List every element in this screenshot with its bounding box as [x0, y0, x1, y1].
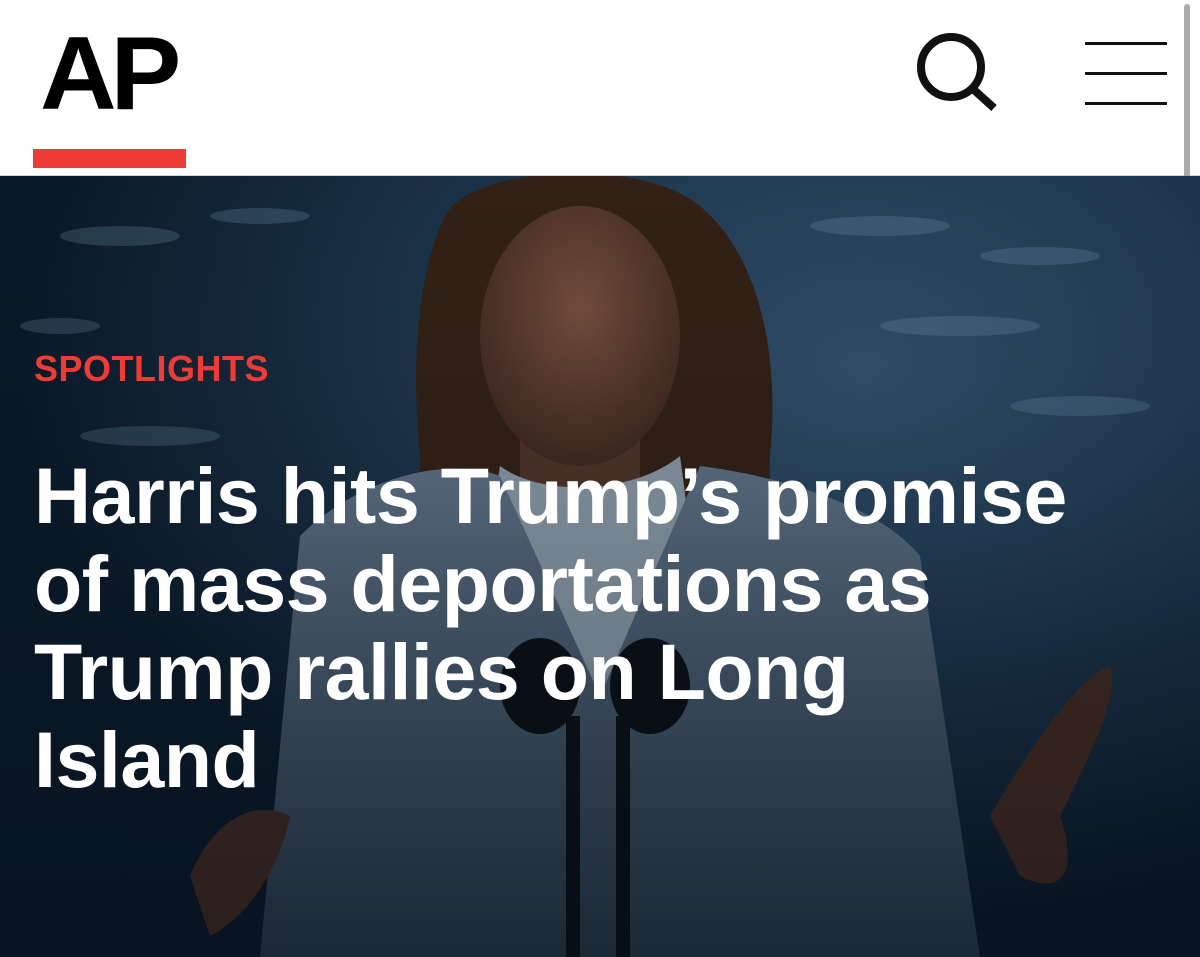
site-header: AP [0, 0, 1200, 214]
lead-story[interactable]: SPOTLIGHTS Harris hits Trump’s promise o… [0, 176, 1200, 957]
ap-logo[interactable]: AP [40, 22, 181, 126]
search-button[interactable] [912, 28, 1004, 118]
logo-accent-bar [33, 149, 186, 168]
menu-line [1085, 42, 1167, 45]
menu-line [1085, 72, 1167, 75]
search-icon [917, 33, 997, 111]
menu-line [1085, 102, 1167, 105]
headline[interactable]: Harris hits Trump’s promise of mass depo… [34, 452, 1094, 804]
menu-button[interactable] [1082, 40, 1170, 110]
section-label[interactable]: SPOTLIGHTS [34, 351, 269, 387]
